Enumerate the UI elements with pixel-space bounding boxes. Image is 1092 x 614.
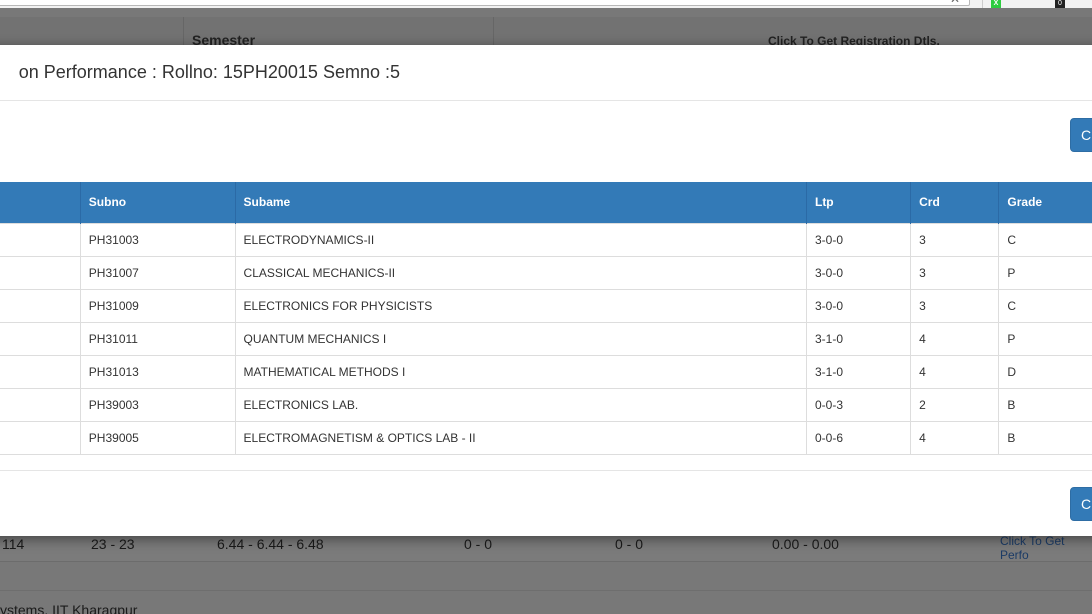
- cell-ltp: 0-0-3: [805, 387, 911, 421]
- table-row: PH31007 CLASSICAL MECHANICS-II 3-0-0 3 P: [0, 255, 1092, 289]
- cell-subno: PH31003: [79, 222, 236, 256]
- cell-subno: PH31009: [79, 288, 236, 322]
- cell-subname: ELECTRONICS FOR PHYSICISTS: [234, 288, 807, 322]
- cell-subname: ELECTRODYNAMICS-II: [234, 222, 807, 256]
- cell-subno: PH31013: [79, 354, 236, 388]
- cell-credits: 4: [910, 321, 999, 355]
- cell-subname: MATHEMATICAL METHODS I: [234, 354, 807, 388]
- cell-credits: 4: [910, 354, 999, 388]
- background-cell: 114: [2, 536, 25, 552]
- cell-grade: B: [998, 387, 1092, 421]
- address-bar[interactable]: [0, 0, 970, 6]
- cell-first: [0, 354, 81, 388]
- cell-ltp: 3-0-0: [805, 288, 911, 322]
- table-row: PH39005 ELECTROMAGNETISM & OPTICS LAB - …: [0, 420, 1092, 455]
- extension-counter-icon[interactable]: 0: [1055, 0, 1065, 8]
- cell-credits: 2: [910, 387, 999, 421]
- cell-subname: CLASSICAL MECHANICS-II: [234, 255, 807, 289]
- cell-first: [0, 255, 81, 289]
- close-button-bottom[interactable]: C: [1070, 487, 1092, 521]
- cell-grade: B: [998, 420, 1092, 455]
- column-header-subname: Subame: [234, 182, 807, 223]
- cell-first: [0, 288, 81, 322]
- cell-credits: 4: [910, 420, 999, 455]
- modal-title: on Performance : Rollno: 15PH20015 Semno…: [18, 62, 400, 82]
- background-cell: 0 - 0: [464, 536, 493, 552]
- cell-ltp: 0-0-6: [805, 420, 911, 455]
- column-header-first: [0, 182, 81, 223]
- table-row: PH31009 ELECTRONICS FOR PHYSICISTS 3-0-0…: [0, 288, 1092, 322]
- background-cell: 23 - 23: [91, 536, 135, 552]
- cell-first: [0, 222, 81, 256]
- background-footer-divider: [0, 590, 1092, 591]
- cell-grade: C: [998, 222, 1092, 256]
- table-row: PH31013 MATHEMATICAL METHODS I 3-1-0 4 D: [0, 354, 1092, 388]
- cell-ltp: 3-1-0: [805, 354, 911, 388]
- table-row: PH31011 QUANTUM MECHANICS I 3-1-0 4 P: [0, 321, 1092, 355]
- cell-grade: P: [998, 255, 1092, 289]
- cell-subname: QUANTUM MECHANICS I: [234, 321, 807, 355]
- cell-subno: PH39003: [79, 387, 236, 421]
- cell-ltp: 3-0-0: [805, 222, 911, 256]
- cell-first: [0, 387, 81, 421]
- cell-credits: 3: [910, 222, 999, 256]
- background-cell: 6.44 - 6.44 - 6.48: [217, 536, 324, 552]
- cell-grade: C: [998, 288, 1092, 322]
- background-footer-text: ystems, IIT Kharagpur: [0, 602, 138, 614]
- clear-url-icon[interactable]: ✕: [950, 0, 960, 6]
- table-row: PH39003 ELECTRONICS LAB. 0-0-3 2 B: [0, 387, 1092, 421]
- table-header-row: Subno Subame Ltp Crd Grade: [0, 182, 1092, 223]
- cell-grade: P: [998, 321, 1092, 355]
- cell-subname: ELECTROMAGNETISM & OPTICS LAB - II: [234, 420, 807, 455]
- background-cell: 0 - 0: [615, 536, 644, 552]
- grades-table: Subno Subame Ltp Crd Grade PH31003 ELECT…: [0, 182, 1092, 455]
- cell-first: [0, 321, 81, 355]
- close-button-top[interactable]: C: [1070, 118, 1092, 152]
- background-cell: 0.00 - 0.00: [772, 536, 839, 552]
- column-header-grade: Grade: [998, 182, 1092, 223]
- cell-credits: 3: [910, 288, 999, 322]
- cell-subno: PH39005: [79, 420, 236, 455]
- cell-subno: PH31011: [79, 321, 236, 355]
- toolbar-divider: [982, 0, 983, 8]
- cell-first: [0, 420, 81, 455]
- cell-credits: 3: [910, 255, 999, 289]
- performance-modal: on Performance : Rollno: 15PH20015 Semno…: [0, 45, 1092, 536]
- modal-footer-divider: [0, 470, 1092, 471]
- browser-toolbar: ✕ X 0: [0, 0, 1092, 8]
- column-header-ltp: Ltp: [805, 182, 911, 223]
- cell-ltp: 3-1-0: [805, 321, 911, 355]
- column-header-credits: Crd: [910, 182, 999, 223]
- cell-subname: ELECTRONICS LAB.: [234, 387, 807, 421]
- table-row: PH31003 ELECTRODYNAMICS-II 3-0-0 3 C: [0, 222, 1092, 256]
- extension-green-icon[interactable]: X: [991, 0, 1001, 8]
- cell-grade: D: [998, 354, 1092, 388]
- cell-ltp: 3-0-0: [805, 255, 911, 289]
- cell-subno: PH31007: [79, 255, 236, 289]
- column-header-subno: Subno: [79, 182, 236, 223]
- modal-header: on Performance : Rollno: 15PH20015 Semno…: [0, 45, 1092, 101]
- background-performance-link[interactable]: Click To Get Perfo: [1000, 534, 1092, 562]
